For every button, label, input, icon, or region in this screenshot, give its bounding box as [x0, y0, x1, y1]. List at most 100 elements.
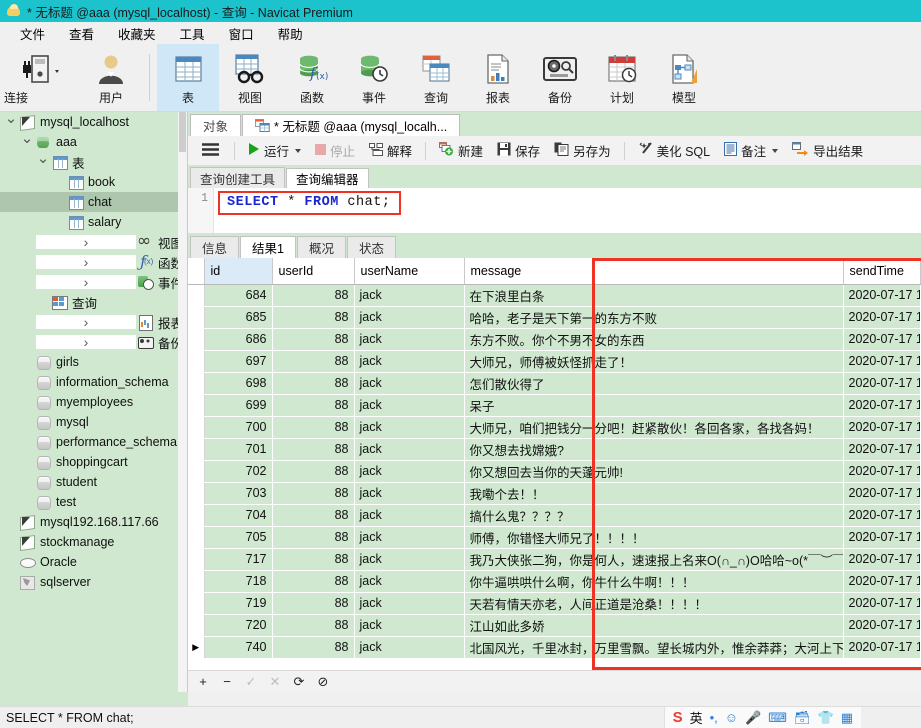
keyboard-icon[interactable]: ⌨: [768, 711, 787, 724]
emoji-icon[interactable]: ☺: [725, 711, 738, 724]
tree-node-salary[interactable]: salary: [0, 212, 187, 232]
tree-node-[interactable]: 备份: [0, 332, 187, 352]
table-row[interactable]: 68588jack哈哈，老子是天下第一的东方不败2020-07-17 11:10…: [188, 306, 921, 329]
tree-node-mysql_localhost[interactable]: mysql_localhost: [0, 112, 187, 132]
tree-node-[interactable]: 查询: [0, 292, 187, 312]
cell-userId[interactable]: 88: [272, 416, 355, 439]
toolbar-user[interactable]: 用户: [80, 44, 142, 111]
cell-sendTime[interactable]: 2020-07-17 18:57:13: [843, 614, 921, 637]
cell-userName[interactable]: jack: [354, 614, 465, 637]
tree-node-mysql192.168.117.66[interactable]: mysql192.168.117.66: [0, 512, 187, 532]
cell-sendTime[interactable]: 2020-07-17 11:56:20: [843, 372, 921, 395]
new-button[interactable]: 新建: [433, 138, 489, 163]
cell-userName[interactable]: jack: [354, 482, 465, 505]
table-row[interactable]: 71988jack天若有情天亦老，人间正道是沧桑！！！！2020-07-17 1…: [188, 592, 921, 615]
tree-node-test[interactable]: test: [0, 492, 187, 512]
table-row[interactable]: 70388jack我嘞个去！！2020-07-17 12:10:11: [188, 482, 921, 505]
tree-node-student[interactable]: student: [0, 472, 187, 492]
tree-node-performance_schema[interactable]: performance_schema: [0, 432, 187, 452]
chevron-right-icon[interactable]: [36, 335, 136, 349]
cell-userId[interactable]: 88: [272, 460, 355, 483]
row-marker[interactable]: [188, 394, 205, 417]
sogou-logo-icon[interactable]: S: [673, 709, 683, 726]
toolbar-function[interactable]: f (x) 函数: [281, 44, 343, 111]
cell-message[interactable]: 呆子: [464, 394, 844, 417]
tab-status[interactable]: 状态: [346, 236, 396, 258]
table-row[interactable]: 68688jack东方不败。你个不男不女的东西2020-07-17 11:11:…: [188, 328, 921, 351]
table-row[interactable]: 69788jack大师兄，师傅被妖怪抓走了！2020-07-17 11:55:5…: [188, 350, 921, 373]
cell-userName[interactable]: jack: [354, 526, 465, 549]
cell-id[interactable]: 699: [204, 394, 273, 417]
add-record-button[interactable]: +: [196, 674, 210, 689]
cell-message[interactable]: 我乃大侠张二狗，你是何人，速速报上名来O(∩_∩)O哈哈~o(*￣︶￣*: [464, 548, 844, 571]
row-marker[interactable]: [188, 372, 205, 395]
cell-message[interactable]: 大师兄，咱们把钱分一分吧！赶紧散伙！各回各家，各找各妈！: [464, 416, 844, 439]
cell-id[interactable]: 686: [204, 328, 273, 351]
microphone-icon[interactable]: 🎤: [745, 711, 761, 724]
tree-node-information_schema[interactable]: information_schema: [0, 372, 187, 392]
tree-node-shoppingcart[interactable]: shoppingcart: [0, 452, 187, 472]
cell-sendTime[interactable]: 2020-07-17 12:10:26: [843, 504, 921, 527]
menu-tools[interactable]: 工具: [168, 22, 217, 45]
cell-userId[interactable]: 88: [272, 306, 355, 329]
toolbar-report[interactable]: 报表: [467, 44, 529, 111]
cell-userName[interactable]: jack: [354, 438, 465, 461]
chevron-down-icon[interactable]: [36, 155, 50, 170]
sql-code-area[interactable]: SELECT * FROM chat;: [214, 188, 921, 233]
stop-loading-button[interactable]: ⊘: [316, 674, 330, 690]
menu-file[interactable]: 文件: [8, 22, 57, 45]
cell-userName[interactable]: jack: [354, 372, 465, 395]
cell-userName[interactable]: jack: [354, 636, 465, 659]
table-row[interactable]: 69988jack呆子2020-07-17 11:56:53: [188, 394, 921, 417]
cell-id[interactable]: 698: [204, 372, 273, 395]
toolbox-icon[interactable]: 🗃: [794, 711, 811, 724]
cell-userId[interactable]: 88: [272, 350, 355, 373]
cell-id[interactable]: 700: [204, 416, 273, 439]
cell-sendTime[interactable]: 2020-07-17 11:55:50: [843, 350, 921, 373]
stop-button[interactable]: 停止: [309, 138, 361, 163]
toolbar-model[interactable]: 模型: [653, 44, 715, 111]
tab-info[interactable]: 信息: [190, 236, 240, 258]
column-header-sendTime[interactable]: sendTime: [843, 258, 921, 285]
cell-userId[interactable]: 88: [272, 328, 355, 351]
column-header-id[interactable]: id: [204, 258, 273, 285]
cell-sendTime[interactable]: 2020-07-17 11:10:01: [843, 306, 921, 329]
skin-icon[interactable]: 👕: [818, 711, 834, 724]
table-row[interactable]: 70288jack你又想回去当你的天蓬元帅!2020-07-17 11:58:5…: [188, 460, 921, 483]
menu-help[interactable]: 帮助: [266, 22, 315, 45]
cell-message[interactable]: 天若有情天亦老，人间正道是沧桑！！！！: [464, 592, 844, 615]
chevron-down-icon[interactable]: [772, 148, 779, 153]
cell-userId[interactable]: 88: [272, 526, 355, 549]
beautify-sql-button[interactable]: 美化 SQL: [632, 138, 717, 163]
tree-node-girls[interactable]: girls: [0, 352, 187, 372]
row-marker[interactable]: [188, 284, 205, 307]
chevron-right-icon[interactable]: [36, 255, 136, 269]
row-marker[interactable]: [188, 350, 205, 373]
cell-sendTime[interactable]: 2020-07-17 12:15:46: [843, 526, 921, 549]
cell-id[interactable]: 717: [204, 548, 273, 571]
table-row[interactable]: 70588jack师傅，你错怪大师兄了！！！！2020-07-17 12:15:…: [188, 526, 921, 549]
tree-node-[interactable]: 视图: [0, 231, 187, 252]
apply-change-button[interactable]: ✓: [244, 674, 258, 690]
save-as-button[interactable]: 另存为: [548, 138, 617, 163]
cell-userId[interactable]: 88: [272, 372, 355, 395]
cell-userName[interactable]: jack: [354, 394, 465, 417]
toolbar-schedule[interactable]: 计划: [591, 44, 653, 111]
result-grid[interactable]: id userId userName message sendTime 684 88 jac…: [188, 258, 921, 670]
tree-node-[interactable]: 函数: [0, 252, 187, 272]
table-row[interactable]: 700 88 jack 大师兄，咱们把钱分一分吧！赶紧散伙！各回各家，各找各妈！ 202…: [188, 416, 921, 439]
chevron-down-icon[interactable]: [20, 135, 34, 150]
punctuation-icon[interactable]: •,: [710, 711, 718, 724]
tab-profile[interactable]: 概况: [296, 236, 346, 258]
cell-userId[interactable]: 88: [272, 592, 355, 615]
cell-id[interactable]: 705: [204, 526, 273, 549]
chevron-right-icon[interactable]: [36, 235, 136, 249]
cell-message[interactable]: 哈哈，老子是天下第一的东方不败: [464, 306, 844, 329]
cell-id[interactable]: 702: [204, 460, 273, 483]
cell-id[interactable]: 718: [204, 570, 273, 593]
toolbar-query[interactable]: 查询: [405, 44, 467, 111]
chevron-right-icon[interactable]: [36, 315, 136, 329]
tab-query-untitled[interactable]: * 无标题 @aaa (mysql_localh...: [242, 114, 461, 136]
tree-node-[interactable]: 报表: [0, 312, 187, 332]
row-marker[interactable]: [188, 548, 205, 571]
